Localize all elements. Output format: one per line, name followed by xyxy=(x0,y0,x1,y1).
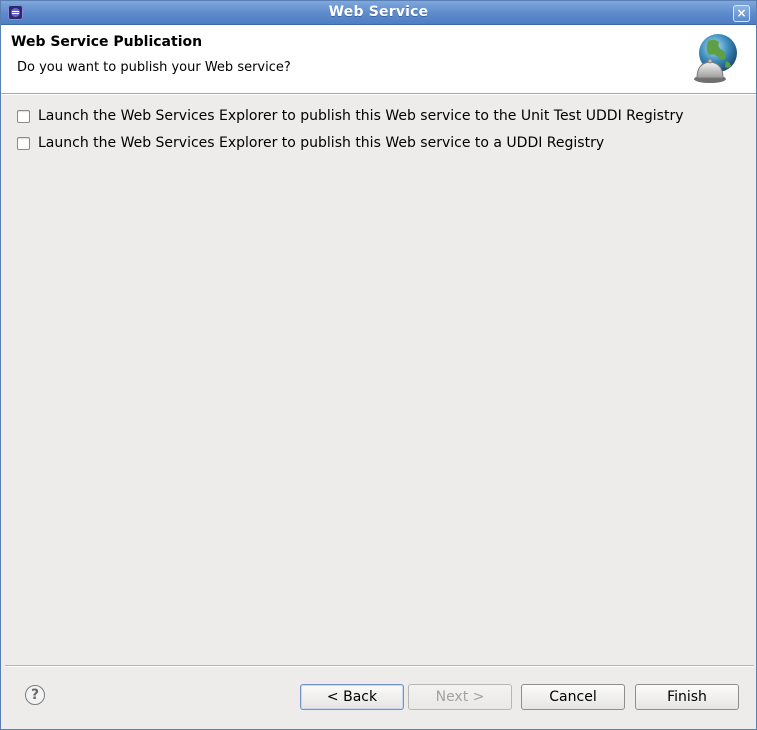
unit-test-uddi-label[interactable]: Launch the Web Services Explorer to publ… xyxy=(38,108,683,124)
title-bar[interactable]: Web Service × xyxy=(1,1,756,25)
close-button[interactable]: × xyxy=(733,5,750,22)
help-icon[interactable]: ? xyxy=(25,685,45,705)
window-title: Web Service xyxy=(328,4,429,20)
option-uddi-registry[interactable]: Launch the Web Services Explorer to publ… xyxy=(17,134,604,152)
globe-bell-icon xyxy=(694,34,737,83)
page-title: Web Service Publication xyxy=(11,34,203,50)
footer-separator xyxy=(5,665,754,667)
finish-button[interactable]: Finish xyxy=(635,684,739,710)
uddi-registry-label[interactable]: Launch the Web Services Explorer to publ… xyxy=(38,135,604,151)
web-service-dialog: Web Service × Web Service Publication Do… xyxy=(0,0,757,730)
uddi-registry-checkbox[interactable] xyxy=(17,136,30,150)
back-button[interactable]: < Back xyxy=(300,684,404,710)
next-button[interactable]: Next > xyxy=(408,684,512,710)
cancel-button[interactable]: Cancel xyxy=(521,684,625,710)
option-unit-test-uddi[interactable]: Launch the Web Services Explorer to publ… xyxy=(17,107,683,125)
page-description: Do you want to publish your Web service? xyxy=(17,60,291,75)
unit-test-uddi-checkbox[interactable] xyxy=(17,109,30,123)
wizard-banner: Web Service Publication Do you want to p… xyxy=(1,25,756,93)
banner-separator xyxy=(1,93,756,95)
